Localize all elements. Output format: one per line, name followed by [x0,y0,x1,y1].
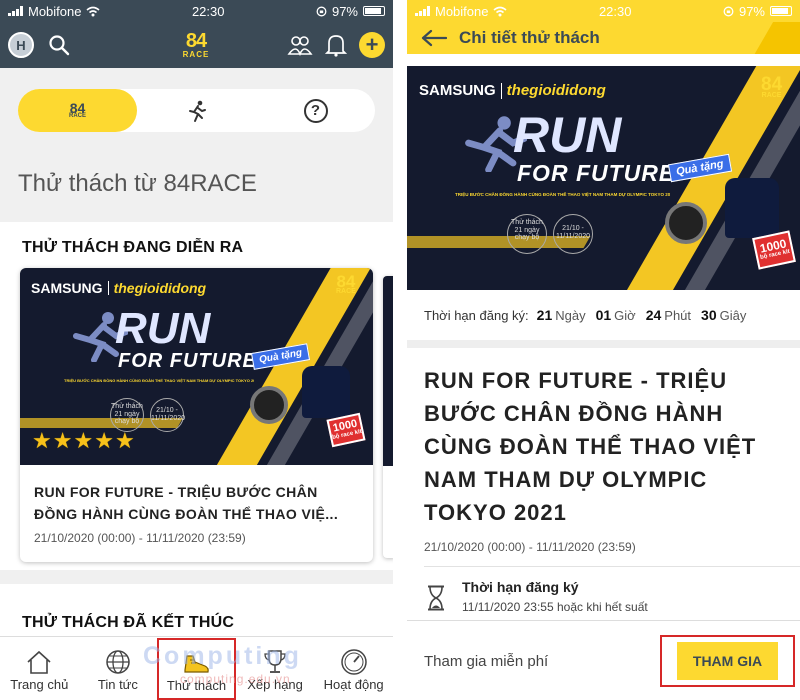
challenge-banner: SAMSUNG thegioididong 84 RACE RUN FOR FU… [407,66,800,290]
help-icon: ? [303,98,328,123]
battery-percent: 97% [331,3,358,19]
banner-brand: SAMSUNG thegioididong [31,280,207,296]
star-icon: ★ [73,428,94,453]
race-logo: 84 RACE [761,74,783,100]
countdown-seconds: 30 [701,307,717,323]
search-icon[interactable] [48,34,70,56]
segment-help[interactable]: ? [256,89,375,132]
battery-icon [770,6,792,16]
countdown-label: Thời hạn đăng ký: [424,307,529,323]
left-screen: Mobifone 22:30 97% H 84 RACE + 84 RACE ?… [0,0,393,700]
shirt-image [725,178,779,238]
countdown-minutes: 24 [645,307,662,323]
carrier-label: Mobifone [435,3,489,19]
registration-deadline-value: 11/11/2020 23:55 hoặc khi hết suất [462,600,648,614]
banner-run-text: RUN [513,107,622,163]
back-arrow-icon[interactable] [421,29,447,47]
globe-icon [106,650,130,674]
status-time: 22:30 [598,3,632,19]
avatar[interactable]: H [8,32,34,58]
rating-stars: ★ ★ ★ ★ ★ [32,430,135,452]
page-title: Thử thách từ 84RACE [18,170,257,197]
tab-home[interactable]: Trang chủ [0,637,79,700]
segment-running[interactable] [137,89,256,132]
banner-subtitle: TRIỆU BƯỚC CHÂN ĐỒNG HÀNH CÙNG ĐOÀN THỂ … [64,378,254,383]
banner-brand: SAMSUNG thegioididong [419,82,606,99]
banner-info: Thử thách 21 ngày chạy bộ 21/10 - 11/11/… [110,398,185,432]
segment-84race[interactable]: 84 RACE [18,89,137,132]
signal-icon [8,6,23,16]
rotation-lock-icon [316,6,327,16]
wifi-icon [86,6,100,16]
star-icon: ★ [94,428,114,453]
battery-percent: 97% [738,3,765,19]
join-button-highlight: THAM GIA [660,635,795,687]
banner-future-text: FOR FUTURE [517,160,676,186]
star-icon: ★ [114,428,135,453]
ongoing-section: THỬ THÁCH ĐANG DIỄN RA SAMSUNG thegioidi… [0,222,393,570]
join-bar: Tham gia miễn phí THAM GIA [407,620,800,700]
challenge-card[interactable]: SAMSUNG thegioididong 84 RACE RUN FOR FU… [20,268,373,562]
countdown-days: 21 [536,307,553,323]
watermark-url: computing.edu.vn [180,672,291,686]
group-icon[interactable] [287,34,313,56]
carrier-label: Mobifone [28,3,82,19]
top-nav-bar: H 84 RACE + [0,22,393,68]
watermark: Computing [143,642,302,670]
wifi-icon [493,6,507,16]
join-fee: Tham gia miễn phí [424,653,549,670]
runner-icon [188,100,206,122]
registration-countdown: Thời hạn đăng ký: 21 Ngày 01 Giờ 24 Phút 30… [407,290,800,348]
banner-run-text: RUN [115,304,211,353]
status-bar: Mobifone 22:30 97% [0,0,393,22]
speedometer-icon [340,649,367,675]
challenge-dates: 21/10/2020 (00:00) - 11/11/2020 (23:59) [34,531,246,545]
challenge-banner: SAMSUNG thegioididong 84 RACE RUN FOR FU… [20,268,373,465]
next-card-peek[interactable] [383,276,393,558]
ended-section: THỬ THÁCH ĐÃ KẾT THÚC [0,584,393,644]
challenge-dates: 21/10/2020 (00:00) - 11/11/2020 (23:59) [424,540,636,554]
join-button[interactable]: THAM GIA [676,642,779,680]
right-screen: Mobifone 22:30 97% Chi tiết thử thách SA… [407,0,800,700]
divider [424,566,800,567]
bell-icon[interactable] [325,33,347,57]
status-bar: Mobifone 22:30 97% [407,0,800,22]
app-logo: 84 RACE [182,30,210,59]
battery-icon [363,6,385,16]
hourglass-icon [428,585,444,611]
status-time: 22:30 [191,3,225,19]
star-icon: ★ [52,428,73,453]
challenge-title: RUN FOR FUTURE - TRIỆU BƯỚC CHÂN ĐỒNG HÀ… [424,368,757,525]
registration-deadline-label: Thời hạn đăng ký [462,579,579,595]
race-logo: 84 RACE [336,272,356,296]
detail-header: Chi tiết thử thách [407,22,800,54]
star-icon: ★ [32,428,52,453]
home-icon [27,650,51,674]
header-title: Chi tiết thử thách [459,28,600,47]
race-kit-badge: 1000 bộ race kit [752,230,796,270]
banner-subtitle: TRIỆU BƯỚC CHÂN ĐỒNG HÀNH CÙNG ĐOÀN THỂ … [455,192,670,197]
section-title-ended: THỬ THÁCH ĐÃ KẾT THÚC [22,614,235,631]
section-title-ongoing: THỬ THÁCH ĐANG DIỄN RA [22,239,244,256]
banner-info: Thử thách 21 ngày chạy bộ 21/10 - 11/11/… [507,214,593,254]
race-kit-badge: 1000 bộ race kit [326,412,366,448]
add-button[interactable]: + [359,32,385,58]
banner-future-text: FOR FUTURE [118,350,257,372]
challenge-name: RUN FOR FUTURE - TRIỆU BƯỚC CHÂN ĐỒNG HÀ… [34,484,339,522]
tab-activity[interactable]: Hoạt động [314,637,393,700]
shirt-image [302,366,350,418]
countdown-hours: 01 [595,307,612,323]
watch-image [665,202,707,244]
signal-icon [415,6,430,16]
rotation-lock-icon [723,6,734,16]
watch-image [250,386,288,424]
challenge-filter-segment: 84 RACE ? [18,89,375,132]
race-logo-icon: 84 RACE [68,99,86,120]
